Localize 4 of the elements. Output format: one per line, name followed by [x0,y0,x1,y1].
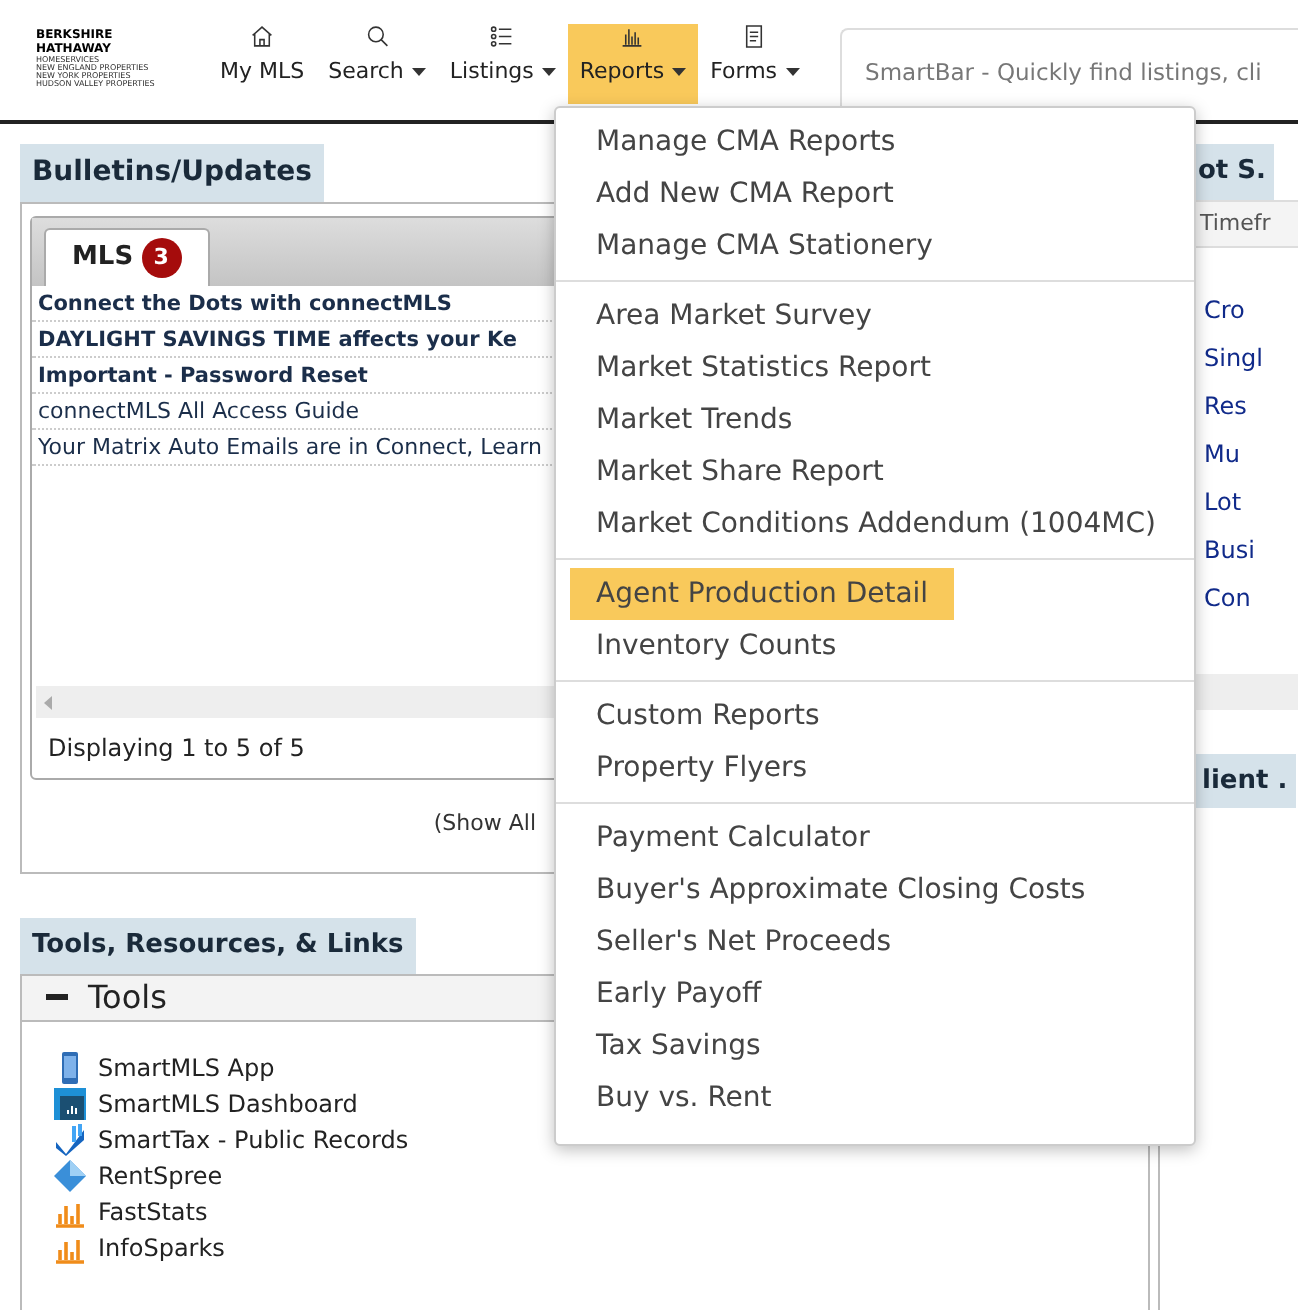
count-badge: 3 [141,238,182,278]
panel-title: Tools, Resources, & Links [20,918,416,973]
paging-status: Displaying 1 to 5 of 5 [46,732,307,766]
panel-title: Bulletins/Updates [20,144,325,202]
